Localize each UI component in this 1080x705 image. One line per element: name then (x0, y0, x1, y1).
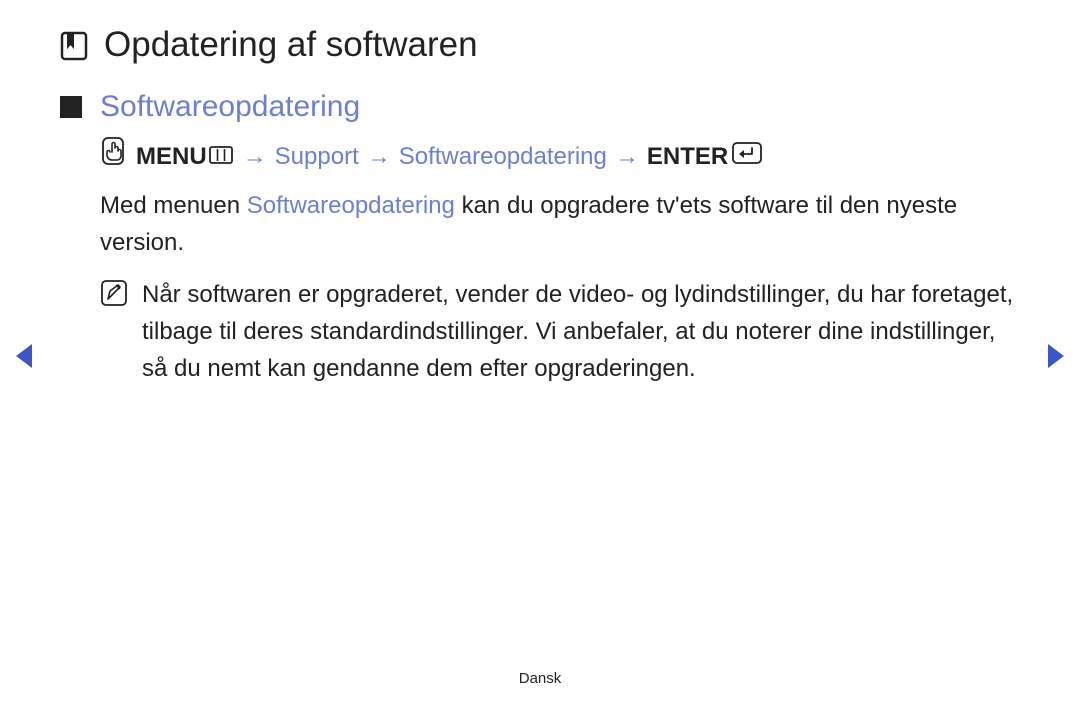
section-heading: Softwareopdatering (100, 90, 360, 124)
breadcrumb-separator: → (243, 138, 267, 175)
footer-language: Dansk (0, 670, 1080, 687)
next-page-button[interactable] (1046, 342, 1068, 375)
note-text: Når softwaren er opgraderet, vender de v… (142, 276, 1020, 388)
square-bullet-icon (60, 96, 82, 118)
document-page: Opdatering af softwaren Softwareopdateri… (0, 0, 1080, 705)
note-row: Når softwaren er opgraderet, vender de v… (100, 276, 1020, 388)
breadcrumb-separator: → (615, 138, 639, 175)
breadcrumb-step-softwareopdatering: Softwareopdatering (399, 138, 607, 175)
breadcrumb-separator: → (367, 138, 391, 175)
breadcrumb-step-support: Support (275, 138, 359, 175)
bookmark-icon (60, 31, 90, 68)
touch-hand-icon (100, 136, 126, 177)
page-title-row: Opdatering af softwaren (60, 25, 1020, 68)
menu-path: MENU → Support → Softwareopdatering → EN… (100, 136, 1020, 177)
menu-button-icon (209, 138, 233, 175)
page-title: Opdatering af softwaren (104, 25, 478, 65)
note-pencil-icon (100, 279, 128, 318)
previous-page-button[interactable] (12, 342, 34, 375)
body-text-pre: Med menuen (100, 192, 247, 219)
enter-label: ENTER (647, 138, 728, 175)
body-text-highlight: Softwareopdatering (247, 192, 455, 219)
enter-button-icon (732, 138, 762, 175)
menu-label: MENU (136, 138, 207, 175)
section-heading-row: Softwareopdatering (60, 90, 1020, 124)
content-block: MENU → Support → Softwareopdatering → EN… (100, 136, 1020, 387)
body-paragraph: Med menuen Softwareopdatering kan du opg… (100, 187, 1020, 261)
